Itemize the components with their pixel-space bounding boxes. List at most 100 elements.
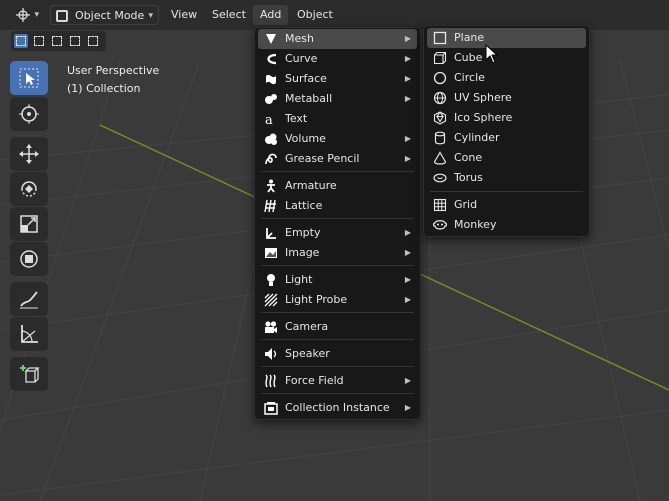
mesh-item-cone[interactable]: Cone (427, 148, 586, 168)
mesh-item-torus[interactable]: Torus (427, 168, 586, 188)
annotate-icon (20, 291, 38, 309)
tool-measure[interactable] (10, 317, 48, 351)
add-menu-item-text[interactable]: a Text (258, 109, 417, 129)
mesh-item-uv-sphere[interactable]: UV Sphere (427, 88, 586, 108)
circle-icon (433, 71, 447, 85)
select-mode-extend[interactable] (32, 34, 46, 48)
collection-instance-icon (264, 402, 278, 415)
svg-text:a: a (265, 113, 273, 126)
chevron-down-icon: ▾ (34, 10, 39, 20)
add-menu-item-surface[interactable]: Surface ▶ (258, 69, 417, 89)
select-box-icon (19, 68, 39, 88)
tool-add-cube[interactable] (10, 357, 48, 391)
menu-item-label: Collection Instance (285, 401, 390, 414)
ico-sphere-icon (433, 111, 447, 125)
transform-icon (20, 250, 38, 268)
box-select-icon (16, 36, 26, 46)
box-difference-icon (70, 36, 80, 46)
menu-item-label: Force Field (285, 374, 344, 387)
menu-separator (261, 218, 414, 219)
menu-item-label: Text (285, 112, 308, 125)
add-menu-item-collection-instance[interactable]: Collection Instance ▶ (258, 398, 417, 418)
mesh-item-plane[interactable]: Plane (427, 28, 586, 48)
menu-separator (261, 393, 414, 394)
add-menu-item-curve[interactable]: Curve ▶ (258, 49, 417, 69)
mode-selector[interactable]: Object Mode ▾ (50, 5, 159, 25)
box-subtract-icon (52, 36, 62, 46)
menu-item-label: UV Sphere (454, 91, 512, 104)
menu-item-label: Light (285, 273, 313, 286)
add-menu-item-light-probe[interactable]: Light Probe ▶ (258, 290, 417, 310)
add-menu-item-light[interactable]: Light ▶ (258, 270, 417, 290)
menu-select[interactable]: Select (205, 5, 253, 25)
submenu-arrow-icon: ▶ (404, 54, 411, 63)
add-menu-item-mesh[interactable]: Mesh ▶ (258, 29, 417, 49)
mesh-item-ico-sphere[interactable]: Ico Sphere (427, 108, 586, 128)
menu-item-label: Mesh (285, 32, 314, 45)
select-mode-difference[interactable] (68, 34, 82, 48)
add-cube-icon (20, 365, 40, 383)
empty-icon (266, 228, 276, 239)
menu-separator (261, 339, 414, 340)
box-extend-icon (34, 36, 44, 46)
submenu-arrow-icon: ▶ (404, 295, 411, 304)
plane-icon (433, 31, 447, 45)
tool-transform[interactable] (10, 242, 48, 276)
add-menu-item-camera[interactable]: Camera (258, 317, 417, 337)
monkey-icon (433, 220, 447, 230)
select-mode-intersect[interactable] (86, 34, 100, 48)
menu-item-label: Monkey (454, 218, 497, 231)
menu-item-label: Curve (285, 52, 318, 65)
menu-separator (261, 312, 414, 313)
cube-icon (433, 51, 447, 65)
submenu-arrow-icon: ▶ (404, 376, 411, 385)
scale-icon (20, 215, 38, 233)
menu-item-label: Ico Sphere (454, 111, 513, 124)
tool-cursor[interactable] (10, 97, 48, 131)
mesh-item-cylinder[interactable]: Cylinder (427, 128, 586, 148)
add-menu-item-empty[interactable]: Empty ▶ (258, 223, 417, 243)
add-menu-item-metaball[interactable]: Metaball ▶ (258, 89, 417, 109)
menu-item-label: Surface (285, 72, 327, 85)
menu-separator (261, 366, 414, 367)
tool-rotate[interactable] (10, 172, 48, 206)
rotate-icon (21, 181, 37, 197)
submenu-arrow-icon: ▶ (404, 248, 411, 257)
add-menu-item-force-field[interactable]: Force Field ▶ (258, 371, 417, 391)
tool-scale[interactable] (10, 207, 48, 241)
mesh-item-cube[interactable]: Cube (427, 48, 586, 68)
mesh-item-grid[interactable]: Grid (427, 195, 586, 215)
add-menu-item-lattice[interactable]: Lattice (258, 196, 417, 216)
menu-item-label: Lattice (285, 199, 323, 212)
add-menu-item-volume[interactable]: Volume ▶ (258, 129, 417, 149)
add-menu-item-image[interactable]: Image ▶ (258, 243, 417, 263)
cone-icon (433, 151, 447, 165)
menu-item-label: Grid (454, 198, 478, 211)
add-menu-item-grease-pencil[interactable]: Grease Pencil ▶ (258, 149, 417, 169)
menu-item-label: Speaker (285, 347, 330, 360)
uv-sphere-icon (433, 91, 447, 105)
menu-add[interactable]: Add (253, 5, 289, 25)
mesh-item-monkey[interactable]: Monkey (427, 215, 586, 235)
tool-annotate[interactable] (10, 282, 48, 316)
menu-item-label: Cube (454, 51, 483, 64)
measure-icon (21, 325, 38, 343)
mesh-item-circle[interactable]: Circle (427, 68, 586, 88)
menu-item-label: Cone (454, 151, 483, 164)
submenu-arrow-icon: ▶ (404, 34, 411, 43)
add-menu-item-armature[interactable]: Armature (258, 176, 417, 196)
menu-item-label: Metaball (285, 92, 333, 105)
select-mode-set[interactable] (14, 34, 28, 48)
select-mode-subtract[interactable] (50, 34, 64, 48)
menu-object[interactable]: Object (290, 5, 340, 25)
tool-move[interactable] (10, 137, 48, 171)
menu-view[interactable]: View (164, 5, 204, 25)
add-menu-item-speaker[interactable]: Speaker (258, 344, 417, 364)
menu-item-label: Camera (285, 320, 329, 333)
camera-icon (265, 321, 277, 333)
tool-select-box[interactable] (10, 61, 48, 95)
submenu-arrow-icon: ▶ (404, 403, 411, 412)
image-icon (265, 248, 277, 258)
menu-item-label: Cylinder (454, 131, 500, 144)
editor-type-selector[interactable]: ▾ (11, 5, 44, 25)
